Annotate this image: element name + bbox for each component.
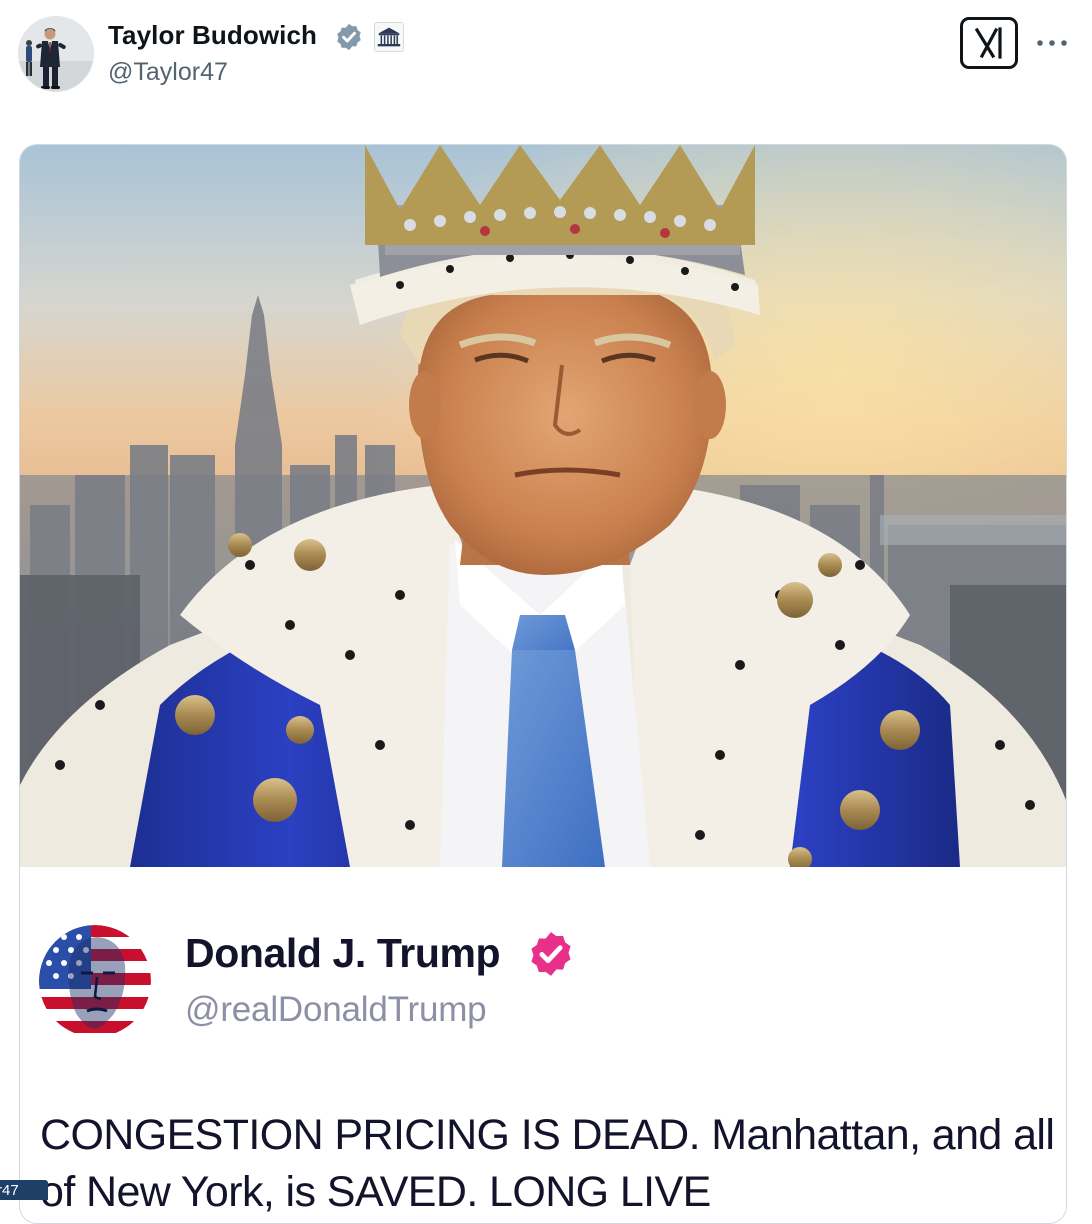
american-flag-portrait-avatar[interactable] (39, 925, 151, 1037)
quoted-post[interactable]: Donald J. Trump @realDonaldTrump CONGEST… (20, 867, 1066, 1223)
more-options-icon[interactable] (1030, 26, 1074, 58)
x-logo-icon[interactable] (960, 17, 1018, 69)
author-handle[interactable]: @Taylor47 (108, 58, 228, 87)
x-logo-glyph (974, 27, 1002, 59)
author-name[interactable]: Taylor Budowich (108, 20, 317, 51)
more-options-dots (1037, 40, 1067, 46)
verified-badge-icon (337, 23, 361, 51)
embedded-media-card[interactable]: Donald J. Trump @realDonaldTrump CONGEST… (19, 144, 1067, 1224)
corner-tab-label: r47 (0, 1182, 19, 1199)
quoted-author-handle[interactable]: @realDonaldTrump (185, 990, 487, 1030)
quoted-author-name[interactable]: Donald J. Trump (185, 930, 501, 977)
post-header: Taylor Budowich @Taylor47 (0, 0, 1092, 110)
corner-tab[interactable]: r47 (0, 1180, 48, 1200)
quoted-post-text: CONGESTION PRICING IS DEAD. Manhattan, a… (40, 1111, 1055, 1216)
white-house-badge-icon[interactable] (374, 22, 404, 52)
profile-photo-man-in-suit (19, 17, 93, 91)
crowned-king-photo[interactable] (20, 145, 1067, 867)
verified-badge-icon (531, 932, 571, 976)
author-avatar[interactable] (18, 16, 94, 92)
